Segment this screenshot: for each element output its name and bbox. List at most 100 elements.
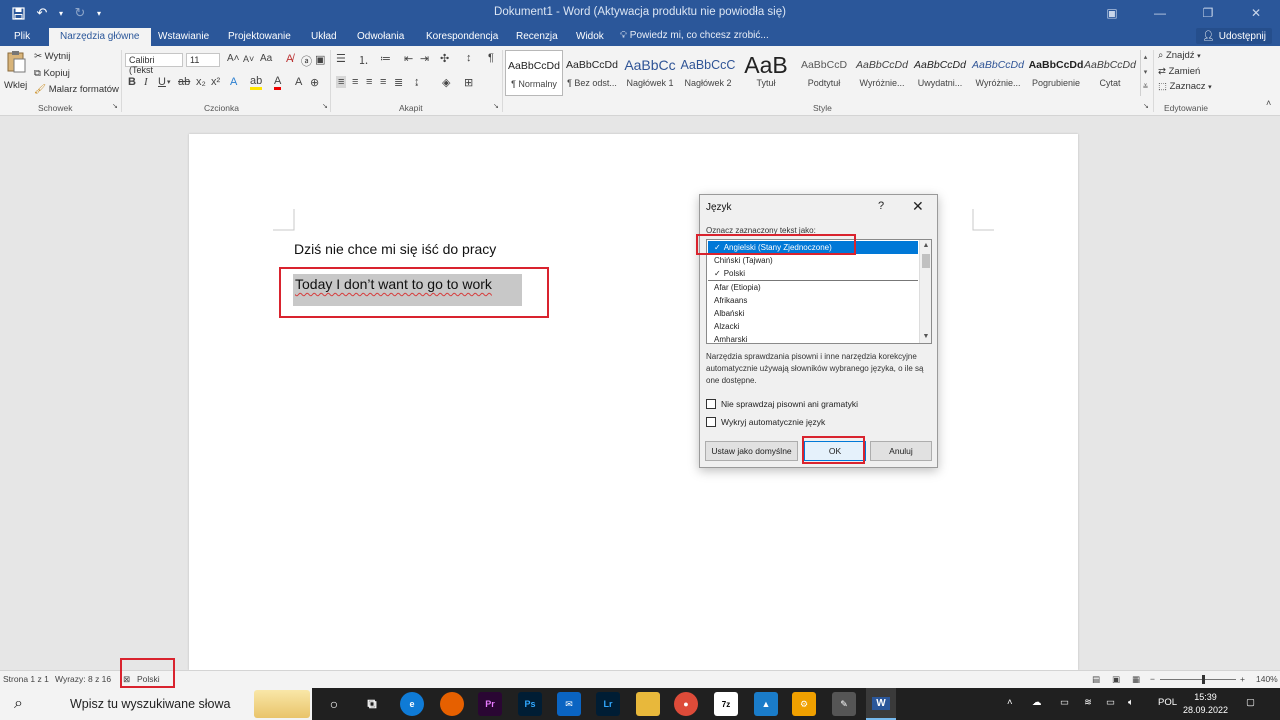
volume-icon[interactable]: 🔈︎ (1128, 697, 1134, 708)
decrease-indent-icon[interactable]: ⇤ (404, 52, 413, 65)
network-icon[interactable]: ▭ (1060, 697, 1069, 708)
cortana-icon[interactable]: ○ (322, 692, 346, 716)
enclose-char-icon[interactable]: ⊕ (310, 76, 319, 89)
paste-button[interactable]: Wklej (4, 50, 28, 98)
format-painter-button[interactable]: 🖌︎ Malarz formatów (34, 84, 119, 95)
list-item[interactable]: Alzacki (708, 320, 918, 333)
justify-icon[interactable]: ≡ (380, 76, 386, 88)
align-center-icon[interactable]: ≡ (352, 76, 358, 88)
select-button[interactable]: ⬚ Zaznacz ▾ (1158, 81, 1212, 92)
cancel-button[interactable]: Anuluj (870, 441, 932, 461)
tab-layout[interactable]: Układ (311, 28, 337, 46)
font-name-dropdown[interactable]: Calibri (Tekst (125, 53, 183, 75)
distributed-icon[interactable]: ≣ (394, 76, 403, 89)
tab-insert[interactable]: Wstawianie (158, 28, 209, 46)
style-title[interactable]: AaB Tytuł (737, 50, 795, 96)
share-button[interactable]: 👤︎ Udostępnij (1196, 28, 1272, 44)
increase-indent-icon[interactable]: ⇥ (420, 52, 429, 65)
checkbox-box[interactable] (706, 417, 716, 427)
find-button[interactable]: ⌕ Znajdź ▾ (1158, 50, 1201, 61)
wifi-icon[interactable]: ≋ (1084, 697, 1092, 708)
tab-home[interactable]: Narzędzia główne (49, 28, 151, 46)
clear-format-icon[interactable]: A̸ (286, 53, 293, 65)
scroll-up-icon[interactable]: ▲ (920, 240, 931, 252)
cut-button[interactable]: ✂ Wytnij (34, 51, 70, 62)
zoom-level[interactable]: 140% (1256, 674, 1278, 684)
style-intense-emphasis[interactable]: AaBbCcDd Wyróżnie... (969, 50, 1027, 96)
document-page[interactable]: Dziś nie chce mi się iść do pracy Today … (189, 134, 1078, 670)
notifications-icon[interactable]: ▢ (1246, 697, 1255, 708)
task-view-icon[interactable]: ⧉ (360, 692, 384, 716)
close-icon[interactable]: ✕ (912, 198, 924, 215)
strikethrough-icon[interactable]: ab (178, 76, 190, 88)
style-subtitle[interactable]: AaBbCcD Podtytuł (795, 50, 853, 96)
word-count[interactable]: Wyrazy: 8 z 16 (55, 674, 111, 684)
border-char-icon[interactable]: ▣ (315, 53, 325, 66)
autodetect-checkbox[interactable]: Wykryj automatycznie język (706, 417, 825, 427)
shrink-font-icon[interactable]: A˅ (243, 54, 254, 64)
styles-gallery-scroll[interactable]: ▴ ▾ ≚ (1140, 50, 1150, 96)
style-subtle-emphasis[interactable]: AaBbCcDd Wyróżnie... (853, 50, 911, 96)
checkbox-box[interactable] (706, 399, 716, 409)
font-color-icon[interactable]: A (274, 76, 282, 90)
style-normal[interactable]: AaBbCcDd ¶ Normalny (505, 50, 563, 96)
style-quote[interactable]: AaBbCcDd Cytat (1082, 50, 1138, 96)
superscript-icon[interactable]: x² (211, 76, 220, 88)
zoom-slider-thumb[interactable] (1202, 675, 1205, 684)
replace-button[interactable]: ⇄ Zamień (1158, 66, 1200, 77)
tab-view[interactable]: Widok (576, 28, 604, 46)
input-language[interactable]: POL (1158, 697, 1177, 708)
chrome-icon[interactable]: ● (674, 692, 698, 716)
italic-icon[interactable]: I (144, 76, 148, 88)
align-right-icon[interactable]: ≡ (366, 76, 372, 88)
taskbar-search[interactable]: ⌕ Wpisz tu wyszukiwane słowa (0, 688, 312, 720)
grow-font-icon[interactable]: A˄ (227, 53, 240, 64)
premiere-icon[interactable]: Pr (478, 692, 502, 716)
7zip-icon[interactable]: 7z (714, 692, 738, 716)
listbox-scrollbar[interactable]: ▲ ▼ (919, 240, 931, 343)
battery-icon[interactable]: ▭ (1106, 697, 1115, 708)
cloud-icon[interactable]: ☁ (1032, 697, 1042, 708)
list-item[interactable]: Albański (708, 307, 918, 320)
file-explorer-icon[interactable] (636, 692, 660, 716)
style-no-spacing[interactable]: AaBbCcDd ¶ Bez odst... (563, 50, 621, 96)
chevron-down-icon[interactable]: ▾ (167, 78, 171, 86)
search-highlight-image[interactable] (254, 690, 310, 718)
tab-design[interactable]: Projektowanie (228, 28, 291, 46)
asian-layout-icon[interactable]: ✣ (440, 52, 449, 65)
close-icon[interactable]: ✕ (1232, 0, 1280, 26)
list-item[interactable]: Amharski (708, 333, 918, 343)
change-case-icon[interactable]: Aa (260, 53, 272, 64)
multilevel-list-icon[interactable]: ≔ (380, 52, 391, 65)
scroll-down-icon[interactable]: ▼ (920, 331, 931, 343)
tray-chevron-icon[interactable]: ˄ (1007, 697, 1013, 708)
clock[interactable]: 15:39 28.09.2022 (1183, 691, 1228, 717)
zoom-in-icon[interactable]: + (1240, 674, 1245, 684)
font-launcher-icon[interactable]: ↘ (322, 102, 328, 110)
tell-me-box[interactable]: 💡︎ Powiedz mi, co chcesz zrobić... (620, 30, 769, 41)
list-item[interactable]: ✓ Polski (708, 267, 918, 280)
web-layout-icon[interactable]: ▦ (1132, 674, 1140, 685)
print-layout-icon[interactable]: ▣ (1112, 674, 1120, 685)
ribbon-display-icon[interactable]: ▣ (1088, 0, 1136, 26)
style-strong[interactable]: AaBbCcDd Pogrubienie (1027, 50, 1085, 96)
zoom-slider[interactable] (1160, 675, 1236, 684)
style-emphasis[interactable]: AaBbCcDd Uwydatni... (911, 50, 969, 96)
styles-launcher-icon[interactable]: ↘ (1143, 102, 1149, 110)
subscript-icon[interactable]: x₂ (196, 76, 206, 88)
paragraph-launcher-icon[interactable]: ↘ (493, 102, 499, 110)
sort-icon[interactable]: ↕ (466, 52, 472, 64)
scroll-thumb[interactable] (922, 254, 930, 268)
photos-icon[interactable]: ▲ (754, 692, 778, 716)
copy-button[interactable]: ⧉ Kopiuj (34, 68, 70, 79)
pilcrow-icon[interactable]: ¶ (488, 52, 494, 64)
phonetic-guide-icon[interactable]: ⓐ (301, 53, 312, 69)
list-item[interactable]: Afar (Etiopia) (708, 281, 918, 294)
collapse-ribbon-icon[interactable]: ˄ (1266, 98, 1271, 108)
page-count[interactable]: Strona 1 z 1 (3, 674, 49, 684)
mail-icon[interactable]: ✉ (557, 692, 581, 716)
photoshop-icon[interactable]: Ps (518, 692, 542, 716)
tab-mailings[interactable]: Korespondencja (426, 28, 498, 46)
tab-review[interactable]: Recenzja (516, 28, 558, 46)
align-left-icon[interactable]: ≡ (336, 76, 347, 88)
